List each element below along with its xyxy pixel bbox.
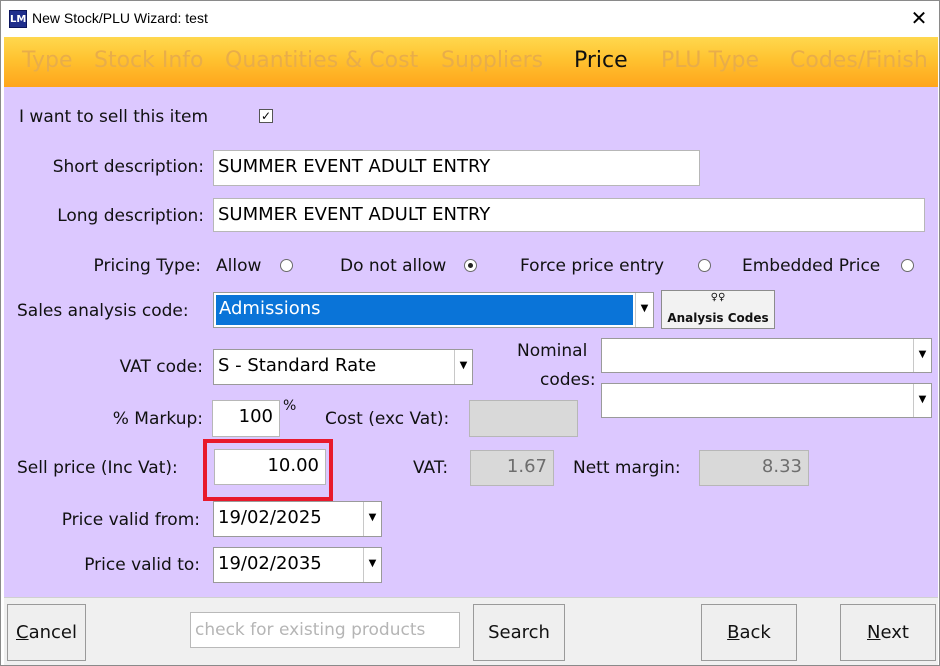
cost-label: Cost (exc Vat): bbox=[325, 409, 450, 429]
price-valid-from-label: Price valid from: bbox=[61, 510, 200, 530]
vat-code-value: S - Standard Rate bbox=[218, 355, 377, 376]
app-logo-icon: LM bbox=[9, 10, 27, 28]
sell-item-label: I want to sell this item bbox=[19, 107, 209, 127]
sales-analysis-value: Admissions bbox=[216, 295, 633, 325]
long-description-label: Long description: bbox=[57, 206, 204, 226]
next-button[interactable]: Next bbox=[840, 604, 936, 661]
chevron-down-icon[interactable]: ▼ bbox=[454, 350, 472, 384]
tab-codes-finish[interactable]: Codes/Finish bbox=[790, 48, 928, 73]
pricing-force-entry-radio[interactable] bbox=[698, 259, 711, 272]
cancel-button[interactable]: Cancel bbox=[7, 604, 86, 661]
chevron-down-icon[interactable]: ▼ bbox=[363, 548, 381, 582]
vat-amount-field: 1.67 bbox=[470, 450, 554, 486]
search-button[interactable]: Search bbox=[473, 604, 565, 661]
wizard-window: LM New Stock/PLU Wizard: test ✕ Type Sto… bbox=[0, 0, 940, 666]
pricing-allow-label: Allow bbox=[216, 256, 262, 276]
percent-unit: % bbox=[283, 398, 297, 414]
chevron-down-icon[interactable]: ▼ bbox=[635, 293, 653, 327]
nominal-codes-label-line2: codes: bbox=[540, 370, 596, 390]
cost-field bbox=[469, 400, 578, 437]
price-valid-from-picker[interactable]: 19/02/2025 ▼ bbox=[213, 501, 382, 537]
price-valid-to-label: Price valid to: bbox=[84, 555, 200, 575]
markup-label: % Markup: bbox=[112, 409, 203, 429]
long-description-field[interactable]: SUMMER EVENT ADULT ENTRY bbox=[213, 198, 925, 232]
title-bar: LM New Stock/PLU Wizard: test ✕ bbox=[1, 1, 939, 37]
pricing-allow-radio[interactable] bbox=[280, 259, 293, 272]
pricing-do-not-allow-radio[interactable] bbox=[464, 259, 477, 272]
sales-analysis-label: Sales analysis code: bbox=[17, 301, 189, 321]
vat-label: VAT: bbox=[413, 458, 449, 478]
pricing-type-label: Pricing Type: bbox=[93, 256, 201, 276]
chevron-down-icon[interactable]: ▼ bbox=[913, 384, 931, 417]
analysis-codes-button[interactable]: ♀♀ Analysis Codes bbox=[661, 290, 775, 329]
pricing-embedded-label: Embedded Price bbox=[742, 256, 881, 276]
pricing-do-not-allow-label: Do not allow bbox=[340, 256, 447, 276]
tab-price[interactable]: Price bbox=[574, 48, 628, 73]
tab-quantities-cost[interactable]: Quantities & Cost bbox=[225, 48, 418, 73]
price-valid-to-picker[interactable]: 19/02/2035 ▼ bbox=[213, 547, 382, 583]
footer-bar: Cancel Search Back Next bbox=[4, 597, 938, 665]
markup-field[interactable]: 100 bbox=[212, 400, 280, 437]
pricing-embedded-radio[interactable] bbox=[901, 259, 914, 272]
short-description-label: Short description: bbox=[52, 157, 204, 177]
tab-plu-type[interactable]: PLU Type bbox=[661, 48, 759, 73]
back-button[interactable]: Back bbox=[701, 604, 797, 661]
nominal-codes-label-line1: Nominal bbox=[517, 341, 588, 361]
chevron-down-icon[interactable]: ▼ bbox=[363, 502, 381, 536]
pricing-force-entry-label: Force price entry bbox=[520, 256, 665, 276]
price-valid-from-value: 19/02/2025 bbox=[218, 507, 322, 528]
analysis-codes-label: Analysis Codes bbox=[667, 311, 769, 325]
sell-price-label: Sell price (Inc Vat): bbox=[17, 458, 178, 478]
sell-price-highlight bbox=[203, 439, 333, 501]
glasses-icon: ♀♀ bbox=[710, 292, 726, 303]
tab-type[interactable]: Type bbox=[22, 48, 73, 73]
nett-margin-field: 8.33 bbox=[699, 450, 809, 486]
wizard-steps-bar: Type Stock Info Quantities & Cost Suppli… bbox=[4, 37, 938, 87]
sales-analysis-select[interactable]: Admissions ▼ bbox=[213, 292, 654, 328]
vat-code-select[interactable]: S - Standard Rate ▼ bbox=[213, 349, 473, 385]
tab-suppliers[interactable]: Suppliers bbox=[441, 48, 543, 73]
search-input[interactable] bbox=[190, 612, 460, 648]
price-valid-to-value: 19/02/2035 bbox=[218, 553, 322, 574]
nominal-code-select-2[interactable]: ▼ bbox=[601, 383, 932, 418]
price-form-panel: I want to sell this item ✓ Short descrip… bbox=[4, 87, 938, 597]
vat-code-label: VAT code: bbox=[119, 357, 203, 377]
short-description-field[interactable]: SUMMER EVENT ADULT ENTRY bbox=[213, 150, 700, 186]
nett-margin-label: Nett margin: bbox=[573, 458, 681, 478]
close-icon[interactable]: ✕ bbox=[907, 5, 931, 31]
tab-stock-info[interactable]: Stock Info bbox=[94, 48, 204, 73]
nominal-code-select-1[interactable]: ▼ bbox=[601, 338, 932, 373]
chevron-down-icon[interactable]: ▼ bbox=[913, 339, 931, 372]
sell-item-checkbox[interactable]: ✓ bbox=[259, 109, 273, 123]
window-title: New Stock/PLU Wizard: test bbox=[32, 10, 208, 26]
